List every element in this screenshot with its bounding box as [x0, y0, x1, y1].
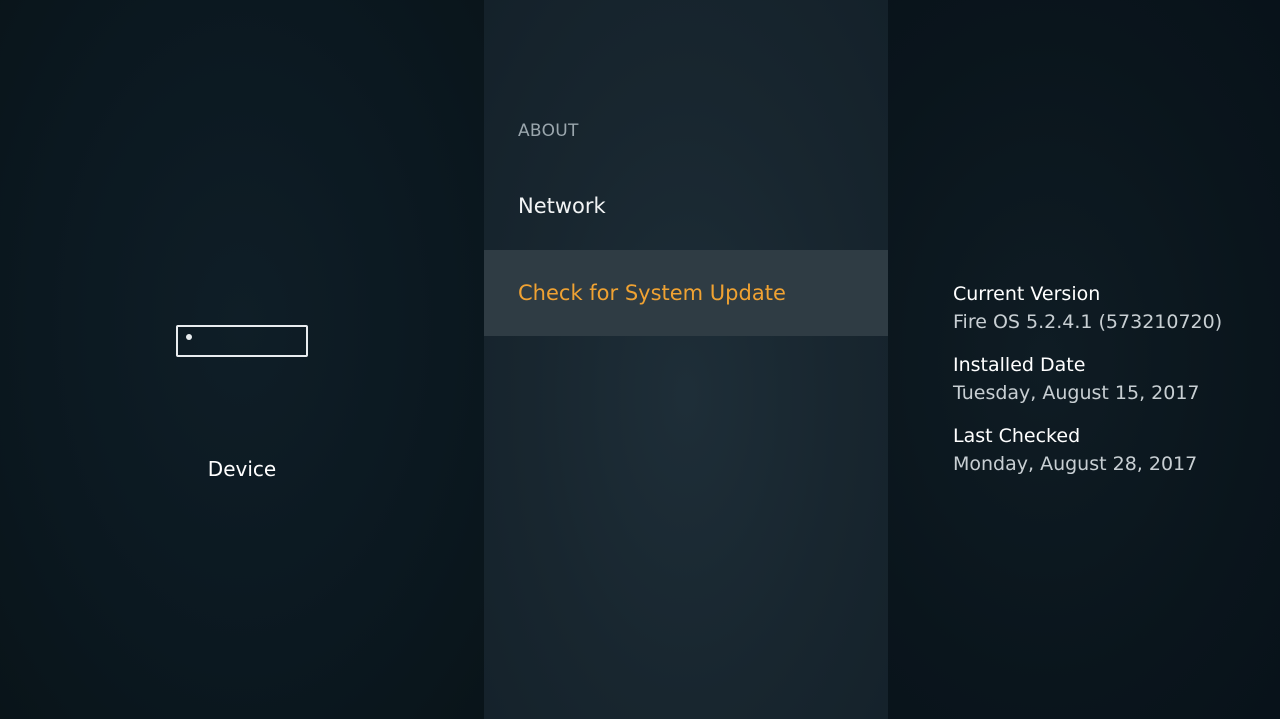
device-label: Device [207, 457, 277, 481]
current-version-value: Fire OS 5.2.4.1 (573210720) [953, 311, 1223, 333]
last-checked-title: Last Checked [953, 425, 1081, 447]
fire-tv-device-icon [176, 325, 308, 357]
menu-item-network[interactable]: Network [484, 163, 888, 249]
about-menu: ABOUT Network Check for System Update [484, 0, 888, 719]
current-version-block: Current Version Fire OS 5.2.4.1 (5732107… [953, 281, 1273, 337]
section-header-about: ABOUT [518, 121, 579, 141]
device-panel: Device [0, 0, 484, 719]
settings-screen: Device ABOUT Network Check for System Up… [0, 0, 1280, 719]
installed-date-title: Installed Date [953, 354, 1086, 376]
details-panel: Current Version Fire OS 5.2.4.1 (5732107… [888, 0, 1280, 719]
device-led-dot [186, 334, 192, 340]
last-checked-value: Monday, August 28, 2017 [953, 453, 1198, 475]
installed-date-value: Tuesday, August 15, 2017 [953, 382, 1200, 404]
last-checked-block: Last Checked Monday, August 28, 2017 [953, 423, 1273, 479]
menu-item-network-label: Network [518, 194, 606, 218]
current-version-title: Current Version [953, 283, 1101, 305]
menu-item-check-update-label: Check for System Update [518, 281, 786, 305]
installed-date-block: Installed Date Tuesday, August 15, 2017 [953, 352, 1273, 408]
menu-item-check-for-system-update[interactable]: Check for System Update [484, 250, 888, 336]
